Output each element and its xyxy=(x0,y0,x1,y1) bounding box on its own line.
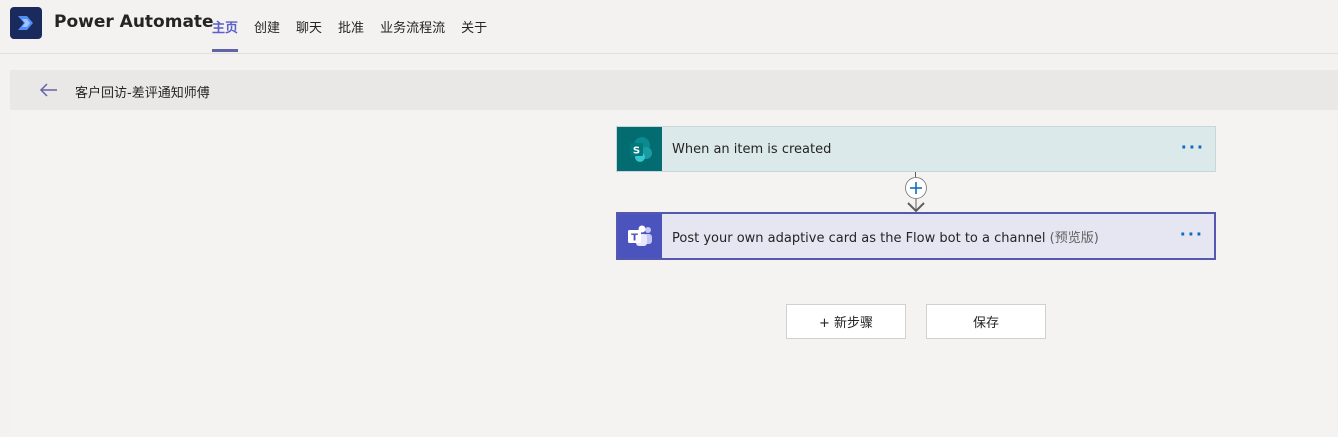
save-button[interactable]: 保存 xyxy=(926,304,1046,339)
sharepoint-icon: S xyxy=(617,127,662,171)
app-title: Power Automate xyxy=(54,12,214,32)
svg-text:T: T xyxy=(631,233,638,244)
insert-step-button[interactable] xyxy=(905,177,927,199)
tab-chat[interactable]: 聊天 xyxy=(296,0,322,54)
preview-badge: (预览版) xyxy=(1045,230,1099,246)
flow-header: 客户回访-差评通知师傅 xyxy=(10,70,1338,110)
flow-name: 客户回访-差评通知师傅 xyxy=(75,86,210,101)
tab-create[interactable]: 创建 xyxy=(254,0,280,54)
tab-approvals[interactable]: 批准 xyxy=(338,0,364,54)
tab-about[interactable]: 关于 xyxy=(461,0,487,54)
action-card-label: Post your own adaptive card as the Flow … xyxy=(672,230,1099,246)
tab-business-process-flows[interactable]: 业务流程流 xyxy=(380,0,445,54)
trigger-card-label: When an item is created xyxy=(672,141,832,157)
power-automate-logo-icon xyxy=(10,7,42,39)
teams-icon: T xyxy=(618,214,662,258)
top-app-bar: Power Automate 主页 创建 聊天 批准 业务流程流 关于 xyxy=(0,0,1338,54)
action-more-options-icon[interactable]: ··· xyxy=(1180,225,1204,244)
trigger-card[interactable]: S When an item is created ··· xyxy=(616,126,1216,172)
action-card[interactable]: T Post your own adaptive card as the Flo… xyxy=(616,212,1216,260)
connector-arrow-icon xyxy=(906,198,926,213)
svg-text:S: S xyxy=(632,146,639,157)
tab-home[interactable]: 主页 xyxy=(212,0,239,54)
plus-icon xyxy=(910,182,922,194)
top-nav: 主页 创建 聊天 批准 业务流程流 关于 xyxy=(212,0,503,54)
trigger-more-options-icon[interactable]: ··· xyxy=(1181,138,1205,157)
new-step-button[interactable]: + 新步骤 xyxy=(786,304,906,339)
arrow-left-icon xyxy=(39,83,57,97)
back-button[interactable] xyxy=(38,79,60,101)
